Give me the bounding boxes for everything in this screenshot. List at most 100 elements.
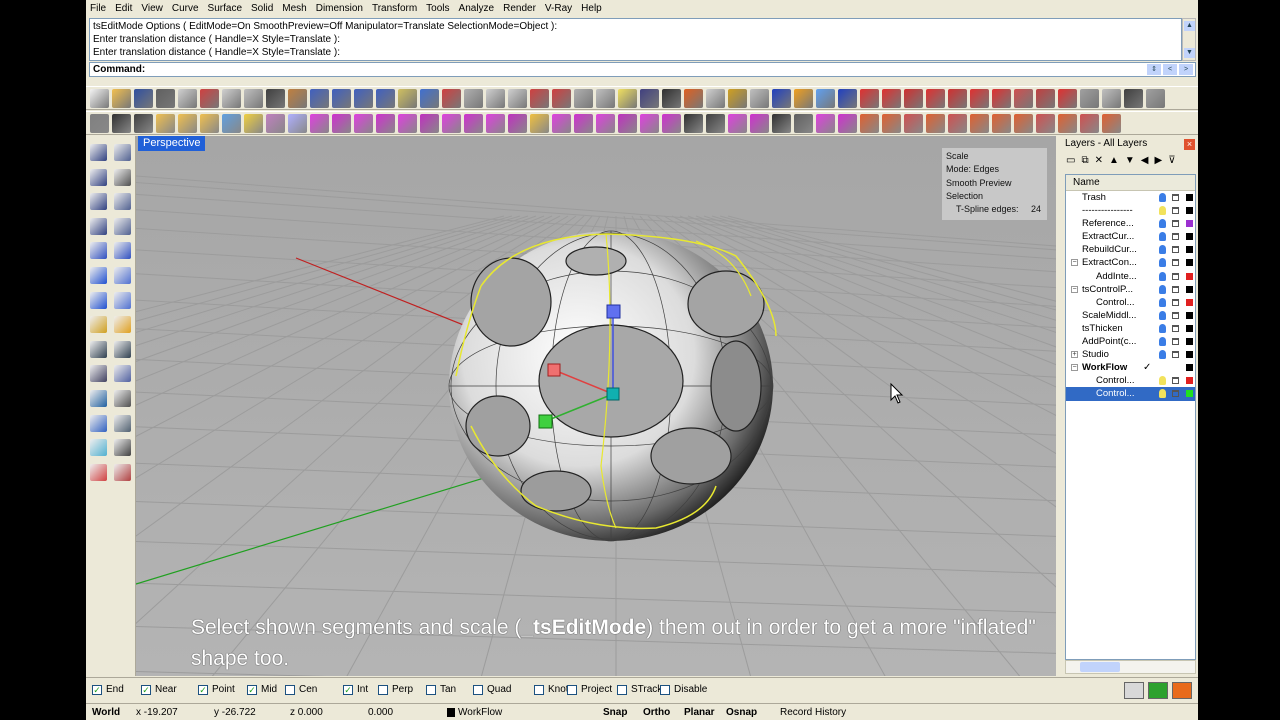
tspline-tool-icon[interactable]: [442, 113, 461, 133]
car-icon[interactable]: [442, 88, 461, 108]
checkbox[interactable]: ✓: [198, 684, 208, 695]
layer-color-swatch[interactable]: [1186, 246, 1193, 254]
lightbulb-icon[interactable]: [1159, 297, 1166, 307]
filter-icon[interactable]: ⊽: [1168, 155, 1175, 166]
save-icon[interactable]: [772, 88, 791, 108]
osnap-perp[interactable]: Perp: [378, 684, 413, 695]
tool-icon[interactable]: [114, 316, 131, 334]
lock-icon[interactable]: [1172, 377, 1179, 385]
checkbox[interactable]: [378, 684, 388, 695]
tspline-tool-icon[interactable]: [860, 113, 879, 133]
tspline-tool-icon[interactable]: [618, 113, 637, 133]
tspline-tool-icon[interactable]: [134, 113, 153, 133]
tspline-tool-icon[interactable]: [354, 113, 373, 133]
car-icon[interactable]: [1080, 88, 1099, 108]
menu-help[interactable]: Help: [581, 3, 602, 14]
history-scrollbar[interactable]: ▲ ▼: [1182, 18, 1196, 61]
tspline-tool-icon[interactable]: [178, 113, 197, 133]
run-icon[interactable]: [1148, 682, 1168, 699]
undo-icon[interactable]: [266, 88, 285, 108]
move-up-icon[interactable]: ▲: [1109, 155, 1119, 166]
tool-icon[interactable]: [114, 463, 131, 481]
record-icon[interactable]: [1172, 682, 1192, 699]
tspline-tool-icon[interactable]: [200, 113, 219, 133]
light-icon[interactable]: [530, 88, 549, 108]
tool-icon[interactable]: [90, 390, 107, 407]
lock-icon[interactable]: [1172, 338, 1179, 346]
tspline-tool-icon[interactable]: [464, 113, 483, 133]
tspline-tool-icon[interactable]: [574, 113, 593, 133]
layer-row[interactable]: − ExtractCon...: [1066, 256, 1195, 269]
render-icon[interactable]: [618, 88, 637, 108]
menu-transform[interactable]: Transform: [372, 3, 417, 14]
tspline-tool-icon[interactable]: [904, 113, 923, 133]
gear-icon[interactable]: [684, 88, 703, 108]
layer-row[interactable]: AddPoint(c...: [1066, 335, 1195, 348]
lock-icon[interactable]: [1172, 246, 1179, 254]
open-icon[interactable]: [112, 88, 131, 108]
new-sublayer-icon[interactable]: ⧉: [1081, 155, 1088, 166]
checkbox[interactable]: ✓: [247, 684, 257, 695]
pan-icon[interactable]: [926, 88, 945, 108]
tspline-tool-icon[interactable]: [90, 113, 109, 133]
scroll-thumb[interactable]: [1080, 662, 1120, 672]
tool-icon[interactable]: [90, 193, 107, 211]
zoom-selected-icon[interactable]: [398, 88, 417, 108]
layers-list[interactable]: Name Trash ---------------- Reference... Ex…: [1065, 174, 1196, 660]
layers-hscrollbar[interactable]: [1065, 660, 1196, 674]
tool-icon[interactable]: [90, 340, 107, 358]
save-icon[interactable]: [134, 88, 153, 108]
lightbulb-icon[interactable]: [1159, 350, 1166, 360]
osnap-icon[interactable]: [1124, 88, 1143, 108]
current-layer[interactable]: WorkFlow: [458, 707, 502, 718]
paste-icon[interactable]: [244, 88, 263, 108]
tspline-tool-icon[interactable]: [508, 113, 527, 133]
osnap-cen[interactable]: Cen: [285, 684, 317, 695]
grid-icon[interactable]: [464, 88, 483, 108]
viewport-canvas[interactable]: [136, 136, 1056, 676]
lightbulb-icon[interactable]: [1159, 284, 1166, 294]
delete-layer-icon[interactable]: ✕: [1095, 155, 1103, 166]
layer-row[interactable]: ----------------: [1066, 204, 1195, 217]
tspline-tool-icon[interactable]: [926, 113, 945, 133]
menu-render[interactable]: Render: [503, 3, 536, 14]
zoom-selected-icon[interactable]: [1036, 88, 1055, 108]
checkbox[interactable]: ✓: [343, 684, 353, 695]
lightbulb-icon[interactable]: [1159, 389, 1166, 399]
sphere-icon[interactable]: [640, 88, 659, 108]
checkbox[interactable]: ✓: [141, 684, 151, 695]
checkbox[interactable]: ✓: [92, 684, 102, 695]
tool-icon[interactable]: [90, 316, 107, 334]
checkbox[interactable]: [534, 684, 544, 695]
expand-icon[interactable]: +: [1071, 351, 1078, 359]
tspline-tool-icon[interactable]: [1014, 113, 1033, 133]
osnap-knot[interactable]: Knot: [534, 684, 569, 695]
lock-icon[interactable]: [1172, 272, 1179, 280]
tool-icon[interactable]: [114, 291, 131, 309]
lightbulb-icon[interactable]: [1159, 258, 1166, 268]
tool-icon[interactable]: [90, 414, 107, 432]
import-icon[interactable]: [178, 88, 197, 108]
layer-row[interactable]: Control...: [1066, 296, 1195, 309]
tool-icon[interactable]: [90, 463, 107, 481]
tool-icon[interactable]: [114, 340, 131, 358]
menu-mesh[interactable]: Mesh: [282, 3, 306, 14]
cmd-fwd-icon[interactable]: >: [1179, 64, 1193, 75]
zoom-icon[interactable]: [332, 88, 351, 108]
new-icon[interactable]: [90, 88, 109, 108]
lightbulb-icon[interactable]: [1159, 206, 1166, 216]
checkbox[interactable]: [426, 684, 436, 695]
tool-icon[interactable]: [114, 242, 131, 260]
menu-tools[interactable]: Tools: [426, 3, 449, 14]
tspline-tool-icon[interactable]: [398, 113, 417, 133]
monitor-icon[interactable]: [1124, 682, 1144, 699]
tool-icon[interactable]: [90, 242, 107, 260]
tool-icon[interactable]: [90, 217, 107, 235]
pan-icon[interactable]: [288, 88, 307, 108]
layer-row[interactable]: Trash: [1066, 191, 1195, 204]
scroll-down-icon[interactable]: ▼: [1184, 48, 1195, 58]
rotate-icon[interactable]: [310, 88, 329, 108]
layer-row[interactable]: Control...: [1066, 374, 1195, 387]
osnap-quad[interactable]: Quad: [473, 684, 511, 695]
viewport-layout-icon[interactable]: [1058, 88, 1077, 108]
